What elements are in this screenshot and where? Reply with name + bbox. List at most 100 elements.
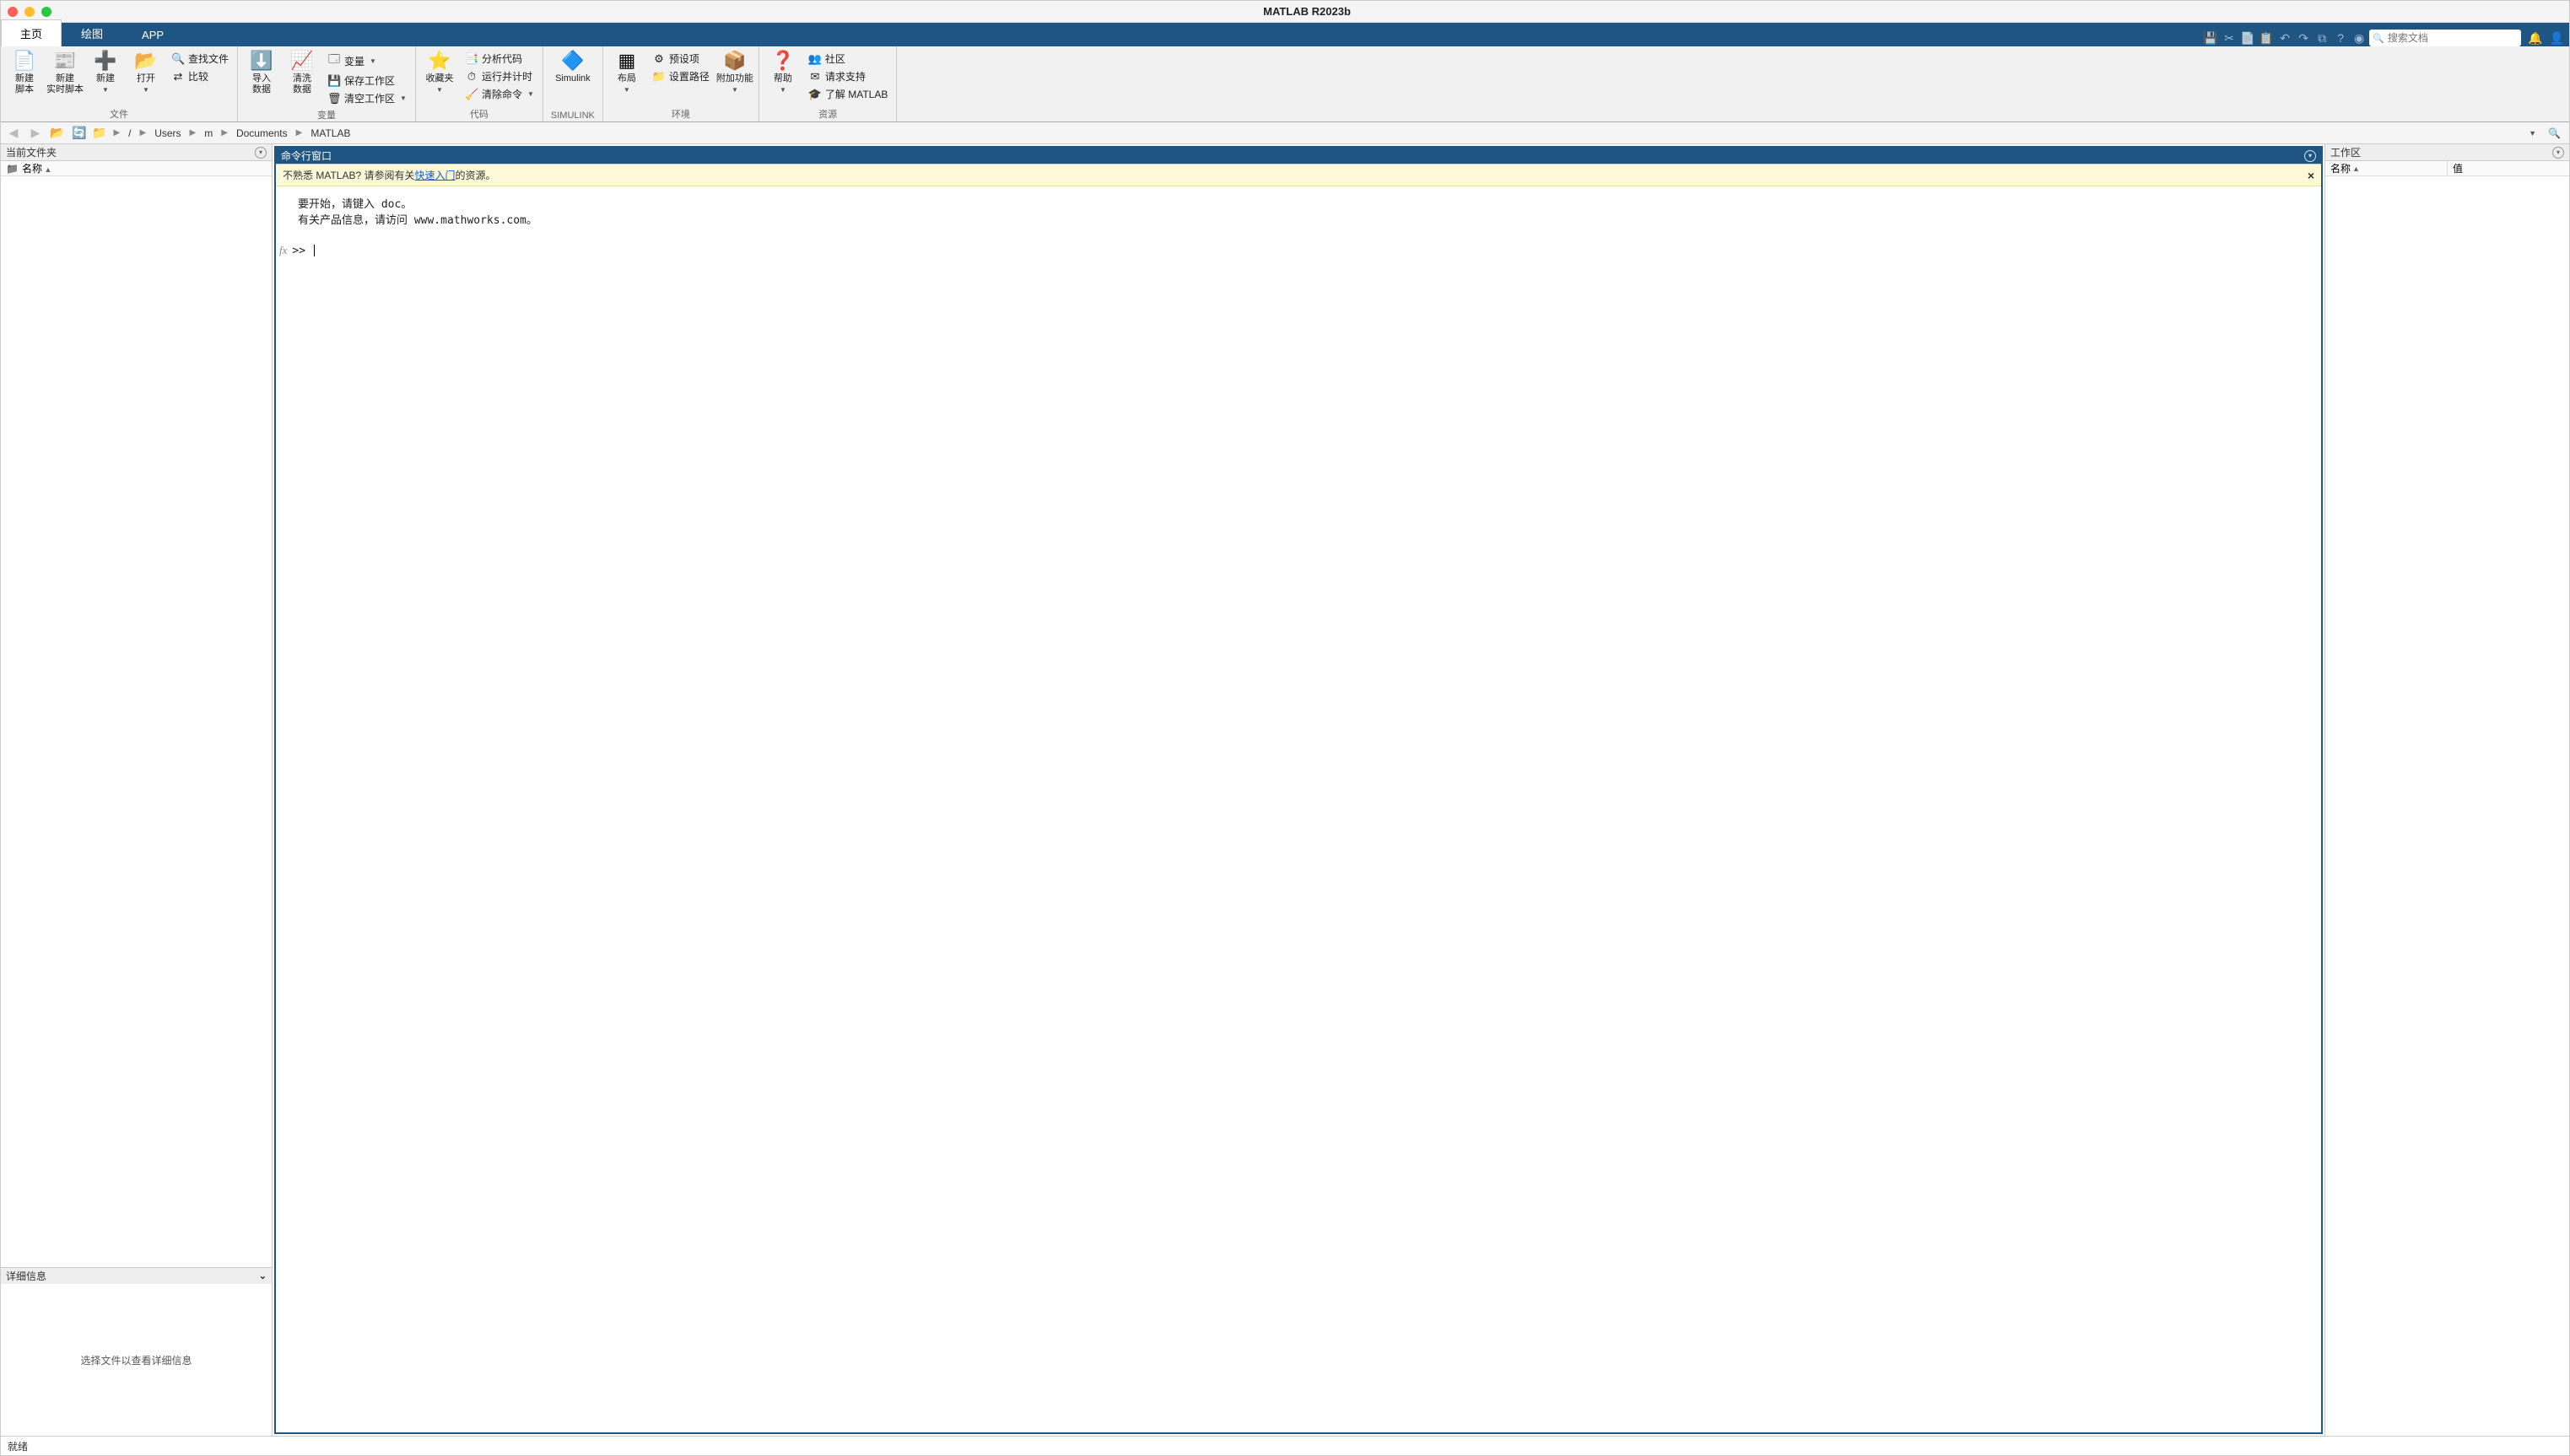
quickstart-link[interactable]: 快速入门: [414, 168, 455, 182]
signin-icon[interactable]: 👤: [2550, 31, 2564, 46]
up-folder-button[interactable]: 📂: [48, 125, 67, 142]
community-button[interactable]: 👥 社区: [805, 50, 891, 67]
new-button[interactable]: ➕ 新建 ▼: [87, 48, 124, 94]
new-script-button[interactable]: 📄 新建脚本: [6, 48, 43, 95]
new-live-script-icon: 📰: [53, 50, 76, 72]
chevron-down-icon: ⌄: [259, 1270, 267, 1281]
learn-matlab-button[interactable]: 🎓 了解 MATLAB: [805, 85, 891, 103]
save-workspace-button[interactable]: 💾 保存工作区: [324, 72, 410, 89]
panel-menu-icon[interactable]: ▾: [2304, 150, 2316, 162]
col-value-label: 值: [2453, 161, 2463, 175]
cmdw-line: 有关产品信息，请访问 www.mathworks.com。: [298, 211, 2311, 227]
crumb-sep: ▶: [110, 128, 123, 138]
clear-commands-button[interactable]: 🧹 清除命令 ▼: [462, 85, 537, 103]
save-icon[interactable]: 💾: [2202, 30, 2219, 46]
addons-button[interactable]: 📦 附加功能 ▼: [716, 48, 753, 94]
analyze-code-button[interactable]: 📑 分析代码: [462, 50, 537, 67]
switch-windows-icon[interactable]: ⧉: [2314, 30, 2330, 46]
banner-close-button[interactable]: ×: [2308, 169, 2314, 182]
crumb-root[interactable]: /: [127, 127, 132, 139]
current-folder-title: 当前文件夹: [6, 145, 57, 159]
col-name[interactable]: 名称: [22, 161, 51, 175]
crumb-documents[interactable]: Documents: [235, 127, 289, 139]
current-folder-panel: 当前文件夹 ▾ 📁 名称 详细信息 ⌄ 选择文件以查看详细信息: [1, 144, 273, 1436]
variable-button[interactable]: 🗔 变量 ▼: [324, 50, 410, 72]
redo-icon[interactable]: ↷: [2295, 30, 2312, 46]
undo-icon[interactable]: ↶: [2276, 30, 2293, 46]
back-button[interactable]: ◀: [4, 125, 23, 142]
favorites-label: 收藏夹: [425, 73, 453, 84]
copy-icon[interactable]: 📄: [2239, 30, 2256, 46]
favorites-button[interactable]: ⭐ 收藏夹 ▼: [421, 48, 458, 94]
group-variable-label: 变量: [243, 107, 410, 122]
crumb-users[interactable]: Users: [153, 127, 182, 139]
close-window-button[interactable]: [8, 7, 18, 17]
details-header[interactable]: 详细信息 ⌄: [1, 1267, 272, 1284]
notifications-icon[interactable]: 🔔: [2528, 31, 2542, 46]
crumb-matlab[interactable]: MATLAB: [309, 127, 352, 139]
layout-button[interactable]: ▦ 布局 ▼: [608, 48, 645, 94]
command-window-header[interactable]: 命令行窗口 ▾: [276, 148, 2321, 164]
zoom-window-button[interactable]: [41, 7, 51, 17]
panel-menu-icon[interactable]: ▾: [2552, 147, 2564, 159]
group-simulink-label: SIMULINK: [548, 110, 597, 121]
run-and-time-button[interactable]: ⏱ 运行并计时: [462, 67, 537, 85]
workspace-col-value[interactable]: 值: [2448, 161, 2569, 175]
search-docs-box[interactable]: [2369, 30, 2521, 46]
banner-suffix: 的资源。: [455, 168, 495, 182]
new-live-script-button[interactable]: 📰 新建实时脚本: [46, 48, 84, 95]
compare-button[interactable]: ⇄ 比较: [168, 67, 232, 85]
group-variable: ⬇️ 导入数据 📈 清洗数据 🗔 变量 ▼ 💾 保存工作区: [238, 46, 416, 121]
path-history-dropdown[interactable]: ▼: [2525, 129, 2540, 138]
help-button[interactable]: ❓ 帮助 ▼: [764, 48, 802, 94]
fx-icon[interactable]: fx: [279, 244, 287, 257]
dropdown-arrow-icon: ▼: [624, 86, 630, 94]
search-input[interactable]: [2388, 32, 2518, 44]
minimize-window-button[interactable]: [24, 7, 35, 17]
tab-apps[interactable]: APP: [122, 23, 183, 46]
find-files-button[interactable]: 🔍 查找文件: [168, 50, 232, 67]
paste-icon[interactable]: 📋: [2258, 30, 2275, 46]
new-label: 新建: [96, 73, 115, 84]
current-folder-body[interactable]: [1, 176, 272, 1267]
layout-label: 布局: [618, 73, 636, 84]
simulink-button[interactable]: 🔷 Simulink: [548, 48, 597, 84]
workspace-body[interactable]: [2325, 176, 2569, 1436]
import-data-button[interactable]: ⬇️ 导入数据: [243, 48, 280, 95]
learn-matlab-label: 了解 MATLAB: [825, 87, 888, 101]
workspace-header[interactable]: 工作区 ▾: [2325, 144, 2569, 161]
browse-folder-button[interactable]: 🔄: [70, 125, 89, 142]
search-icon: [2373, 32, 2384, 44]
current-folder-columns[interactable]: 📁 名称: [1, 161, 272, 176]
community-label: 社区: [825, 51, 845, 66]
clear-workspace-label: 清空工作区: [344, 91, 395, 105]
address-bar: ◀ ▶ 📂 🔄 ▶ / ▶ Users ▶ m ▶ Documents ▶ MA…: [1, 122, 2569, 144]
tab-plots[interactable]: 绘图: [62, 19, 122, 46]
forward-button[interactable]: ▶: [26, 125, 45, 142]
tab-home[interactable]: 主页: [1, 19, 62, 46]
set-path-button[interactable]: 📁 设置路径: [649, 67, 713, 85]
clean-data-button[interactable]: 📈 清洗数据: [283, 48, 321, 95]
request-support-button[interactable]: ✉ 请求支持: [805, 67, 891, 85]
crumb-sep: ▶: [186, 128, 200, 138]
crumb-m[interactable]: m: [202, 127, 214, 139]
open-button[interactable]: 📂 打开 ▼: [127, 48, 165, 94]
command-window-body[interactable]: 要开始，请键入 doc。 有关产品信息，请访问 www.mathworks.co…: [276, 186, 2321, 1432]
window-title: MATLAB R2023b: [51, 5, 2562, 18]
command-window-panel: 命令行窗口 ▾ 不熟悉 MATLAB? 请参阅有关 快速入门 的资源。 × 要开…: [274, 146, 2323, 1434]
addons-icon: 📦: [723, 50, 746, 72]
workspace-col-name[interactable]: 名称 ▲: [2325, 161, 2448, 175]
search-folder-button[interactable]: 🔍: [2543, 127, 2566, 139]
current-folder-header[interactable]: 当前文件夹 ▾: [1, 144, 272, 161]
panel-menu-icon[interactable]: ▾: [255, 147, 267, 159]
clear-workspace-button[interactable]: 🗑 清空工作区 ▼: [324, 89, 410, 107]
addons-dropdown-icon[interactable]: ◉: [2351, 30, 2368, 46]
help-icon[interactable]: ?: [2332, 30, 2349, 46]
cut-icon[interactable]: ✂: [2221, 30, 2238, 46]
sort-asc-icon: ▲: [2352, 164, 2360, 173]
preferences-button[interactable]: ⚙ 预设项: [649, 50, 713, 67]
group-code: ⭐ 收藏夹 ▼ 📑 分析代码 ⏱ 运行并计时 🧹 清除命令: [416, 46, 543, 121]
cursor: [314, 245, 315, 256]
analyze-label: 分析代码: [482, 51, 522, 66]
simulink-icon: 🔷: [561, 50, 584, 72]
